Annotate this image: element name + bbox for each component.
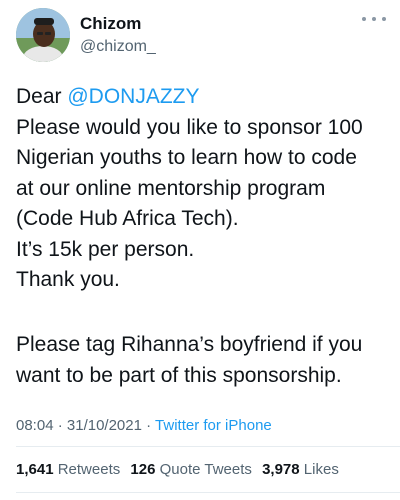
likes-label: Likes (303, 461, 339, 478)
tweet-stats: 1,641 Retweets 126 Quote Tweets 3,978 Li… (16, 461, 339, 478)
tweet-text: Dear @DONJAZZY Please would you like to … (16, 82, 388, 296)
more-dot (372, 17, 376, 21)
tweet-line: at our online mentorship program (16, 176, 326, 200)
more-dot (362, 17, 366, 21)
tweet-line: Thank you. (16, 268, 120, 291)
author-name[interactable]: Chizom (80, 14, 141, 34)
more-dot (382, 17, 386, 21)
tweet-source[interactable]: Twitter for iPhone (155, 417, 272, 434)
likes-stat[interactable]: 3,978 Likes (262, 461, 339, 478)
tweet-line: Nigerian youths to learn how to code (16, 146, 357, 169)
mention-link[interactable]: @DONJAZZY (67, 85, 199, 108)
tweet-time[interactable]: 08:04 (16, 417, 54, 434)
quotes-stat[interactable]: 126 Quote Tweets (130, 461, 251, 478)
tweet-line: Dear @DONJAZZY (16, 82, 388, 113)
avatar-image (16, 8, 70, 62)
retweets-stat[interactable]: 1,641 Retweets (16, 461, 120, 478)
meta-separator: · (53, 417, 67, 434)
tweet-card: Chizom @chizom_ Dear @DONJAZZY Please wo… (0, 0, 400, 500)
retweets-count: 1,641 (16, 461, 54, 478)
divider (16, 446, 400, 447)
author-handle[interactable]: @chizom_ (80, 38, 156, 56)
quotes-count: 126 (130, 461, 156, 478)
quotes-label: Quote Tweets (159, 461, 252, 478)
tweet-line: Please would you like to sponsor 100 (16, 115, 363, 139)
retweets-label: Retweets (57, 461, 121, 478)
tweet-meta: 08:04 · 31/10/2021 · Twitter for iPhone (16, 417, 272, 434)
likes-count: 3,978 (262, 461, 300, 478)
tweet-line: Please tag Rihanna’s boyfriend if you (16, 333, 363, 356)
more-dots-icon[interactable] (362, 12, 386, 26)
tweet-text-paragraph-2: Please tag Rihanna’s boyfriend if you wa… (16, 330, 388, 391)
greeting: Dear (16, 85, 68, 108)
divider (16, 492, 400, 493)
avatar[interactable] (16, 8, 70, 62)
meta-separator: · (141, 417, 156, 434)
tweet-line: It’s 15k per person. (16, 237, 195, 261)
tweet-line: (Code Hub Africa Tech). (16, 207, 239, 230)
tweet-date[interactable]: 31/10/2021 (67, 417, 142, 434)
tweet-line: want to be part of this sponsorship. (16, 363, 342, 387)
